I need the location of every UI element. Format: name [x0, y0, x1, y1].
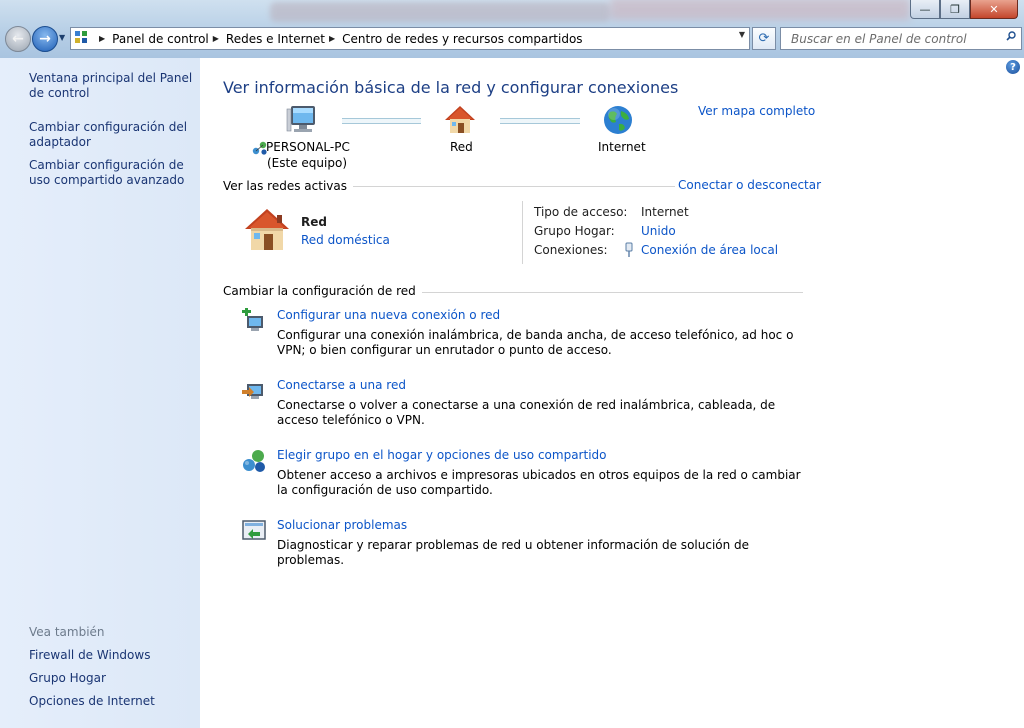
homegroup-options-link[interactable]: Elegir grupo en el hogar y opciones de u…: [277, 448, 607, 462]
control-panel-icon: [75, 30, 91, 47]
section-divider: [330, 186, 675, 187]
new-connection-icon: [242, 308, 263, 331]
troubleshoot-link[interactable]: Solucionar problemas: [277, 518, 407, 532]
address-dropdown-icon[interactable]: ▼: [739, 30, 745, 39]
computer-icon: [286, 106, 315, 132]
left-pane: Ventana principal del Panel de control C…: [0, 58, 200, 728]
access-type-label: Tipo de acceso:: [534, 205, 628, 219]
breadcrumb: ▶ Panel de control ▶ Redes e Internet ▶ …: [95, 32, 583, 46]
title-bar: — ❐ ✕ ← → ▼ ▶ Panel de control ▶ Redes e…: [0, 0, 1024, 58]
back-button[interactable]: ←: [5, 26, 31, 52]
connections-label: Conexiones:: [534, 243, 608, 257]
minimize-icon: —: [919, 2, 931, 16]
background-blur: [610, 0, 910, 20]
close-button[interactable]: ✕: [970, 0, 1018, 19]
maximize-button[interactable]: ❐: [940, 0, 970, 19]
background-blur: [270, 2, 610, 22]
map-computer-name: PERSONAL-PC: [266, 140, 350, 154]
forward-button[interactable]: →: [32, 26, 58, 52]
maximize-icon: ❐: [950, 2, 960, 16]
help-button[interactable]: ?: [1006, 60, 1020, 74]
chevron-down-icon: ▼: [59, 33, 66, 42]
house-icon: [445, 106, 475, 133]
window-controls: — ❐ ✕: [910, 0, 1018, 19]
page-title: Ver información básica de la red y confi…: [223, 78, 679, 97]
map-computer-sub: (Este equipo): [267, 156, 347, 170]
see-also-firewall[interactable]: Firewall de Windows: [29, 648, 194, 663]
connect-network-link[interactable]: Conectarse a una red: [277, 378, 406, 392]
active-network-name: Red: [301, 215, 327, 229]
homegroup-link[interactable]: Unido: [641, 224, 676, 238]
view-full-map-link[interactable]: Ver mapa completo: [698, 104, 815, 118]
section-divider: [392, 292, 803, 293]
breadcrumb-separator-icon[interactable]: ▶: [329, 34, 335, 43]
breadcrumb-separator-icon[interactable]: ▶: [99, 34, 105, 43]
new-connection-desc: Configurar una conexión inalámbrica, de …: [277, 328, 794, 357]
search-icon[interactable]: [1006, 31, 1016, 41]
active-networks-title: Ver las redes activas: [223, 179, 353, 193]
see-also-internet-options[interactable]: Opciones de Internet: [29, 694, 194, 709]
map-network-name: Red: [450, 140, 473, 154]
connect-network-desc: Conectarse o volver a conectarse a una c…: [277, 398, 776, 427]
map-internet-name: Internet: [598, 140, 646, 154]
new-connection-link[interactable]: Configurar una nueva conexión o red: [277, 308, 500, 322]
homegroup-label: Grupo Hogar:: [534, 224, 615, 238]
map-connection-line: [500, 118, 580, 124]
minimize-button[interactable]: —: [910, 0, 940, 19]
breadcrumb-item[interactable]: Centro de redes y recursos compartidos: [342, 32, 582, 46]
vertical-divider: [522, 201, 523, 264]
see-also-title: Vea también: [29, 625, 105, 639]
breadcrumb-item[interactable]: Panel de control: [112, 32, 209, 46]
network-type-link[interactable]: Red doméstica: [301, 233, 390, 247]
sidebar-item-advanced-sharing[interactable]: Cambiar configuración de uso compartido …: [29, 158, 194, 188]
forward-arrow-icon: →: [39, 31, 51, 47]
breadcrumb-item[interactable]: Redes e Internet: [226, 32, 325, 46]
change-settings-title: Cambiar la configuración de red: [223, 284, 422, 298]
sidebar-item-adapter-settings[interactable]: Cambiar configuración del adaptador: [29, 120, 194, 150]
access-type-value: Internet: [641, 205, 689, 219]
see-also-homegroup[interactable]: Grupo Hogar: [29, 671, 194, 686]
recent-pages-dropdown[interactable]: ▼: [59, 33, 65, 42]
home-network-icon: [245, 209, 289, 250]
breadcrumb-separator-icon[interactable]: ▶: [213, 34, 219, 43]
close-icon: ✕: [989, 2, 999, 16]
refresh-icon: ⟳: [758, 31, 770, 46]
search-input[interactable]: [789, 30, 1003, 47]
ethernet-icon: [625, 242, 633, 257]
connect-network-icon: [242, 384, 263, 399]
address-bar[interactable]: ▶ Panel de control ▶ Redes e Internet ▶ …: [70, 27, 750, 50]
refresh-button[interactable]: ⟳: [752, 27, 776, 50]
local-area-connection-link[interactable]: Conexión de área local: [641, 243, 778, 257]
connect-disconnect-link[interactable]: Conectar o desconectar: [678, 178, 821, 192]
help-icon: ?: [1010, 61, 1016, 73]
homegroup-options-desc: Obtener acceso a archivos e impresoras u…: [277, 468, 801, 497]
troubleshoot-desc: Diagnosticar y reparar problemas de red …: [277, 538, 750, 567]
search-box[interactable]: [780, 27, 1022, 50]
globe-icon: [604, 106, 632, 134]
map-connection-line: [342, 118, 421, 124]
troubleshoot-icon: [242, 520, 266, 540]
sidebar-item-control-panel-home[interactable]: Ventana principal del Panel de control: [29, 71, 194, 101]
back-arrow-icon: ←: [12, 31, 24, 47]
homegroup-icon: [243, 450, 265, 472]
